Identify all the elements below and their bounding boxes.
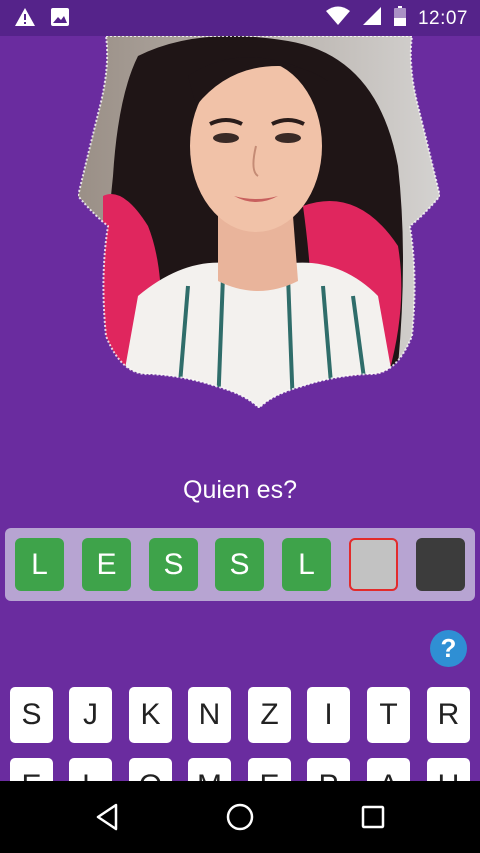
letter-key[interactable]: M bbox=[188, 758, 231, 781]
nav-bar bbox=[0, 781, 480, 853]
letter-key[interactable]: T bbox=[367, 687, 410, 743]
portrait-illustration bbox=[78, 36, 440, 408]
question-label: Quien es? bbox=[183, 476, 297, 504]
answer-slot-dark[interactable] bbox=[416, 538, 465, 591]
letter-key[interactable]: L bbox=[69, 758, 112, 781]
letter-key[interactable]: E bbox=[10, 758, 53, 781]
home-icon[interactable] bbox=[222, 799, 258, 835]
signal-icon bbox=[362, 6, 382, 31]
status-time: 12:07 bbox=[417, 7, 468, 29]
answer-slot[interactable]: S bbox=[215, 538, 264, 591]
answer-bar: L E S S L bbox=[5, 528, 475, 601]
answer-slot[interactable]: S bbox=[149, 538, 198, 591]
letter-keyboard: S J K N Z I T R E L O M E P A U bbox=[0, 687, 480, 781]
answer-slot[interactable]: L bbox=[282, 538, 331, 591]
letter-key[interactable]: A bbox=[367, 758, 410, 781]
letter-key[interactable]: P bbox=[307, 758, 350, 781]
answer-slot-selected[interactable] bbox=[349, 538, 398, 591]
image-icon bbox=[50, 7, 70, 32]
help-button[interactable]: ? bbox=[430, 630, 467, 667]
letter-key[interactable]: I bbox=[307, 687, 350, 743]
battery-icon bbox=[393, 6, 406, 31]
answer-slot[interactable]: E bbox=[82, 538, 131, 591]
letter-key[interactable]: U bbox=[427, 758, 470, 781]
letter-key[interactable]: O bbox=[129, 758, 172, 781]
letter-key[interactable]: N bbox=[188, 687, 231, 743]
warning-icon bbox=[14, 7, 36, 32]
status-bar: 12:07 bbox=[0, 0, 480, 36]
letter-key[interactable]: R bbox=[427, 687, 470, 743]
answer-slot[interactable]: L bbox=[15, 538, 64, 591]
letter-key[interactable]: E bbox=[248, 758, 291, 781]
letter-key[interactable]: Z bbox=[248, 687, 291, 743]
wifi-icon bbox=[325, 6, 350, 31]
letter-key[interactable]: J bbox=[69, 687, 112, 743]
back-icon[interactable] bbox=[89, 799, 125, 835]
portrait-photo bbox=[78, 36, 440, 408]
recents-icon[interactable] bbox=[355, 799, 391, 835]
letter-key[interactable]: K bbox=[129, 687, 172, 743]
letter-key[interactable]: S bbox=[10, 687, 53, 743]
